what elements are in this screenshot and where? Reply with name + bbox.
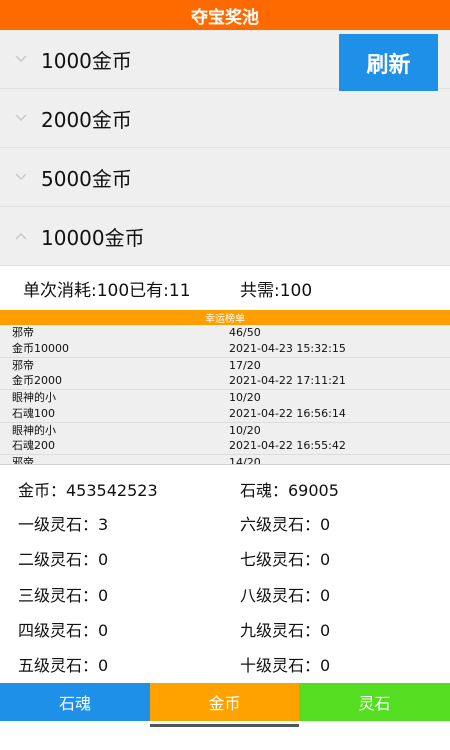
stone-level-4: 四级灵石：0: [18, 621, 109, 640]
chevron-down-icon: [0, 114, 41, 122]
ranking-entry: 邪帝 46/50 金币10000 2021-04-23 15:32:15: [0, 325, 450, 358]
win-time: 2021-04-22 17:11:21: [229, 374, 346, 388]
stone-level-10: 十级灵石：0: [240, 656, 331, 675]
ranking-entry: 邪帝 17/20 金币2000 2021-04-22 17:11:21: [0, 358, 450, 390]
win-time: 2021-04-22 16:55:42: [229, 439, 346, 453]
bottom-tab-bar: 石魂 金币 灵石: [0, 683, 450, 721]
bottom-spacer: [0, 727, 450, 750]
ranking-entry: 眼神的小 10/20 石魂100 2021-04-22 16:56:14: [0, 390, 450, 423]
entry-progress: 46/50: [229, 326, 261, 339]
prize-text: 金币10000: [12, 341, 69, 355]
win-time: 2021-04-22 16:56:14: [229, 406, 346, 420]
winner-name: 邪帝: [12, 358, 34, 372]
wallet-panel: 金币：453542523 石魂：69005 一级灵石：3 六级灵石：0 二级灵石…: [0, 466, 450, 683]
stone-level-6: 六级灵石：0: [240, 515, 331, 534]
entry-progress: 10/20: [229, 423, 261, 437]
pool-tier-5000[interactable]: 5000金币: [0, 148, 450, 207]
page-title: 夺宝奖池: [0, 0, 450, 30]
stone-level-5: 五级灵石：0: [18, 656, 109, 675]
winner-name: 邪帝: [12, 456, 34, 465]
entry-progress: 14/20: [229, 456, 261, 465]
cost-summary: 单次消耗:100已有:11 共需:100: [0, 266, 450, 310]
stone-level-8: 八级灵石：0: [240, 586, 331, 605]
chevron-down-icon: [0, 173, 41, 181]
winner-name: 眼神的小: [12, 391, 56, 404]
stone-level-7: 七级灵石：0: [240, 550, 331, 569]
pool-tier-2000[interactable]: 2000金币: [0, 89, 450, 148]
stone-level-1: 一级灵石：3: [18, 515, 109, 534]
stone-level-3: 三级灵石：0: [18, 586, 109, 605]
prize-text: 石魂100: [12, 406, 55, 420]
refresh-button[interactable]: 刷新: [339, 34, 438, 91]
ranking-entry: 眼神的小 10/20 石魂200 2021-04-22 16:55:42: [0, 423, 450, 455]
pool-tier-label: 10000金币: [41, 225, 145, 250]
chevron-down-icon: [0, 55, 41, 63]
prize-text: 石魂200: [12, 439, 55, 453]
chevron-up-icon: [0, 232, 41, 240]
ranking-title: 幸运榜单: [0, 310, 450, 325]
pool-tier-label: 2000金币: [41, 107, 132, 132]
entry-progress: 10/20: [229, 391, 261, 404]
prize-text: 金币2000: [12, 374, 62, 388]
pool-tier-10000[interactable]: 10000金币: [0, 207, 450, 266]
tab-spirit-stone[interactable]: 灵石: [299, 683, 450, 721]
pool-tier-label: 5000金币: [41, 166, 132, 191]
total-text: 共需:100: [240, 280, 313, 301]
pool-tier-label: 1000金币: [41, 48, 132, 73]
tab-gold[interactable]: 金币: [150, 683, 299, 721]
win-time: 2021-04-23 15:32:15: [229, 341, 346, 355]
cost-text: 单次消耗:100已有:11: [23, 280, 191, 301]
ranking-list[interactable]: 邪帝 46/50 金币10000 2021-04-23 15:32:15 邪帝 17/…: [0, 325, 450, 465]
entry-progress: 17/20: [229, 358, 261, 372]
stone-level-9: 九级灵石：0: [240, 621, 331, 640]
tab-stone-soul[interactable]: 石魂: [0, 683, 150, 721]
stone-level-2: 二级灵石：0: [18, 550, 109, 569]
gold-balance: 金币：453542523: [18, 481, 158, 500]
stone-soul-balance: 石魂：69005: [240, 481, 339, 500]
winner-name: 邪帝: [12, 326, 34, 339]
ranking-entry: 邪帝 14/20: [0, 455, 450, 465]
winner-name: 眼神的小: [12, 423, 56, 437]
